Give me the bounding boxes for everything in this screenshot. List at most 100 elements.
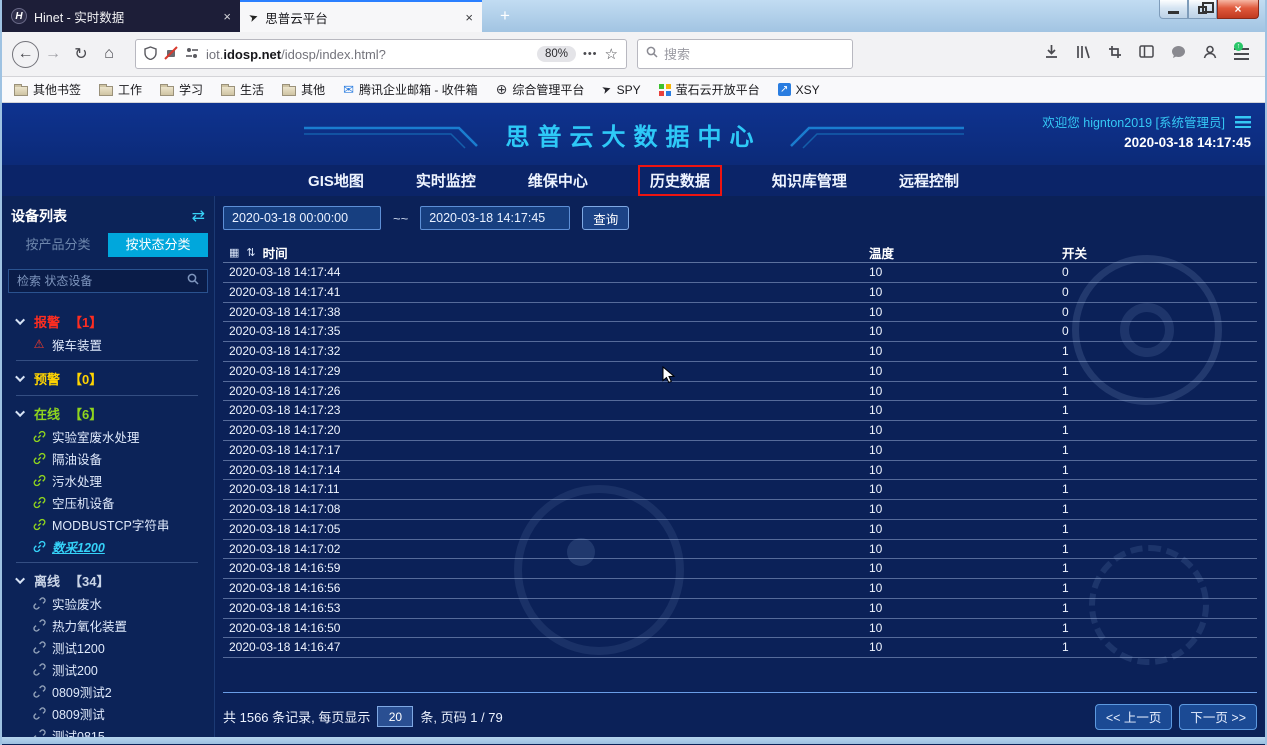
bookmark-item[interactable]: 萤石云开放平台: [659, 81, 760, 98]
swap-icon[interactable]: ⇄: [192, 206, 205, 226]
nav-tab-知识库管理[interactable]: 知识库管理: [770, 167, 849, 194]
library-icon[interactable]: [1076, 45, 1091, 64]
restore-button[interactable]: [1188, 0, 1217, 19]
cell-time: 2020-03-18 14:17:29: [223, 364, 340, 378]
home-button[interactable]: ⌂: [95, 40, 123, 68]
permissions-icon[interactable]: [185, 47, 199, 62]
nav-tab-GIS地图[interactable]: GIS地图: [306, 167, 366, 194]
back-button[interactable]: ←: [12, 41, 39, 68]
tab-by-status[interactable]: 按状态分类: [108, 233, 208, 257]
new-tab-button[interactable]: +: [491, 3, 519, 29]
table-row[interactable]: 2020-03-18 14:17:17101: [223, 441, 1257, 461]
bookmark-star-icon[interactable]: ☆: [605, 45, 618, 63]
table-row[interactable]: 2020-03-18 14:16:53101: [223, 599, 1257, 619]
url-bar[interactable]: iot.idosp.net/idosp/index.html? 80% ••• …: [135, 39, 627, 69]
shield-icon[interactable]: [144, 46, 157, 63]
table-row[interactable]: 2020-03-18 14:16:50101: [223, 619, 1257, 639]
device-item[interactable]: 空压机设备: [8, 491, 208, 513]
device-item[interactable]: 热力氧化装置: [8, 614, 208, 636]
nav-tab-维保中心[interactable]: 维保中心: [526, 167, 590, 194]
browser-tab-hinet[interactable]: H Hinet - 实时数据 ×: [2, 0, 240, 32]
device-item[interactable]: 测试1200: [8, 636, 208, 658]
table-row[interactable]: 2020-03-18 14:16:47101: [223, 638, 1257, 658]
bookmark-item[interactable]: ⊕综合管理平台: [496, 81, 585, 98]
device-item[interactable]: 测试0815: [8, 724, 208, 737]
table-row[interactable]: 2020-03-18 14:16:59101: [223, 559, 1257, 579]
menu-list-icon[interactable]: [1235, 116, 1251, 128]
grid-icon[interactable]: ▦: [229, 246, 239, 259]
browser-search[interactable]: [637, 39, 853, 69]
device-item[interactable]: 测试200: [8, 658, 208, 680]
device-item[interactable]: 数采1200: [8, 535, 208, 557]
tab-by-product[interactable]: 按产品分类: [8, 233, 108, 257]
browser-search-input[interactable]: [664, 47, 814, 62]
table-row[interactable]: 2020-03-18 14:17:41100: [223, 283, 1257, 303]
cell-temperature: 10: [869, 619, 882, 639]
device-search-input[interactable]: [17, 274, 181, 288]
page-actions-icon[interactable]: •••: [583, 48, 598, 60]
device-item[interactable]: 0809测试: [8, 702, 208, 724]
table-row[interactable]: 2020-03-18 14:17:44100: [223, 263, 1257, 283]
bookmark-item[interactable]: 工作: [99, 81, 142, 98]
chat-bubble-icon[interactable]: [1171, 45, 1186, 64]
table-row[interactable]: 2020-03-18 14:17:38100: [223, 303, 1257, 323]
bookmark-item[interactable]: 其他: [282, 81, 325, 98]
device-group-离线[interactable]: 离线【34】: [8, 568, 208, 592]
device-group-在线[interactable]: 在线【6】: [8, 401, 208, 425]
device-search[interactable]: [8, 269, 208, 293]
bookmark-item[interactable]: ✉腾讯企业邮箱 - 收件箱: [343, 81, 478, 98]
device-item[interactable]: ⚠猴车装置: [8, 333, 208, 355]
bookmark-item[interactable]: 学习: [160, 81, 203, 98]
url-text[interactable]: iot.idosp.net/idosp/index.html?: [206, 47, 530, 62]
reload-button[interactable]: ↻: [67, 40, 95, 68]
table-row[interactable]: 2020-03-18 14:16:56101: [223, 579, 1257, 599]
bookmark-item[interactable]: 其他书签: [14, 81, 81, 98]
table-row[interactable]: 2020-03-18 14:17:26101: [223, 382, 1257, 402]
table-row[interactable]: 2020-03-18 14:17:11101: [223, 480, 1257, 500]
sort-icon[interactable]: ⇅: [246, 246, 255, 259]
nav-tab-远程控制[interactable]: 远程控制: [897, 167, 961, 194]
device-name: 测试1200: [52, 638, 105, 657]
menu-hamburger-icon[interactable]: ↑: [1234, 48, 1249, 60]
prev-page-button[interactable]: << 上一页: [1095, 704, 1173, 730]
device-item[interactable]: 实验室废水处理: [8, 425, 208, 447]
table-row[interactable]: 2020-03-18 14:17:29101: [223, 362, 1257, 382]
blocked-plugin-icon[interactable]: [164, 46, 178, 63]
device-item[interactable]: 实验废水: [8, 592, 208, 614]
table-row[interactable]: 2020-03-18 14:17:02101: [223, 540, 1257, 560]
device-item[interactable]: 污水处理: [8, 469, 208, 491]
bookmark-item[interactable]: ➤SPY: [602, 83, 640, 97]
forward-button[interactable]: →: [39, 40, 67, 68]
device-item[interactable]: 隔油设备: [8, 447, 208, 469]
close-window-button[interactable]: ×: [1217, 0, 1259, 19]
minimize-button[interactable]: [1159, 0, 1188, 19]
table-row[interactable]: 2020-03-18 14:17:32101: [223, 342, 1257, 362]
table-row[interactable]: 2020-03-18 14:17:14101: [223, 461, 1257, 481]
next-page-button[interactable]: 下一页 >>: [1179, 704, 1257, 730]
device-item[interactable]: 0809测试2: [8, 680, 208, 702]
page-size-input[interactable]: [377, 706, 413, 727]
device-group-预警[interactable]: 预警【0】: [8, 366, 208, 390]
bookmark-item[interactable]: 生活: [221, 81, 264, 98]
table-row[interactable]: 2020-03-18 14:17:08101: [223, 500, 1257, 520]
screenshot-icon[interactable]: [1108, 45, 1122, 64]
end-date-input[interactable]: [420, 206, 570, 230]
start-date-input[interactable]: [223, 206, 381, 230]
download-icon[interactable]: [1044, 44, 1059, 64]
query-button[interactable]: 查询: [582, 206, 629, 230]
nav-tab-历史数据[interactable]: 历史数据: [638, 165, 722, 196]
device-group-报警[interactable]: 报警【1】: [8, 309, 208, 333]
device-item[interactable]: MODBUSTCP字符串: [8, 513, 208, 535]
table-row[interactable]: 2020-03-18 14:17:20101: [223, 421, 1257, 441]
account-icon[interactable]: [1203, 45, 1217, 64]
table-row[interactable]: 2020-03-18 14:17:05101: [223, 520, 1257, 540]
browser-tab-sipu[interactable]: ➤ 思普云平台 ×: [240, 0, 482, 32]
tab-close-icon[interactable]: ×: [223, 9, 231, 24]
sidebar-panel-icon[interactable]: [1139, 45, 1154, 63]
bookmark-item[interactable]: ↗XSY: [778, 83, 820, 97]
zoom-level-badge[interactable]: 80%: [537, 46, 576, 62]
table-row[interactable]: 2020-03-18 14:17:23101: [223, 401, 1257, 421]
tab-close-icon[interactable]: ×: [465, 10, 473, 25]
table-row[interactable]: 2020-03-18 14:17:35100: [223, 322, 1257, 342]
nav-tab-实时监控[interactable]: 实时监控: [414, 167, 478, 194]
